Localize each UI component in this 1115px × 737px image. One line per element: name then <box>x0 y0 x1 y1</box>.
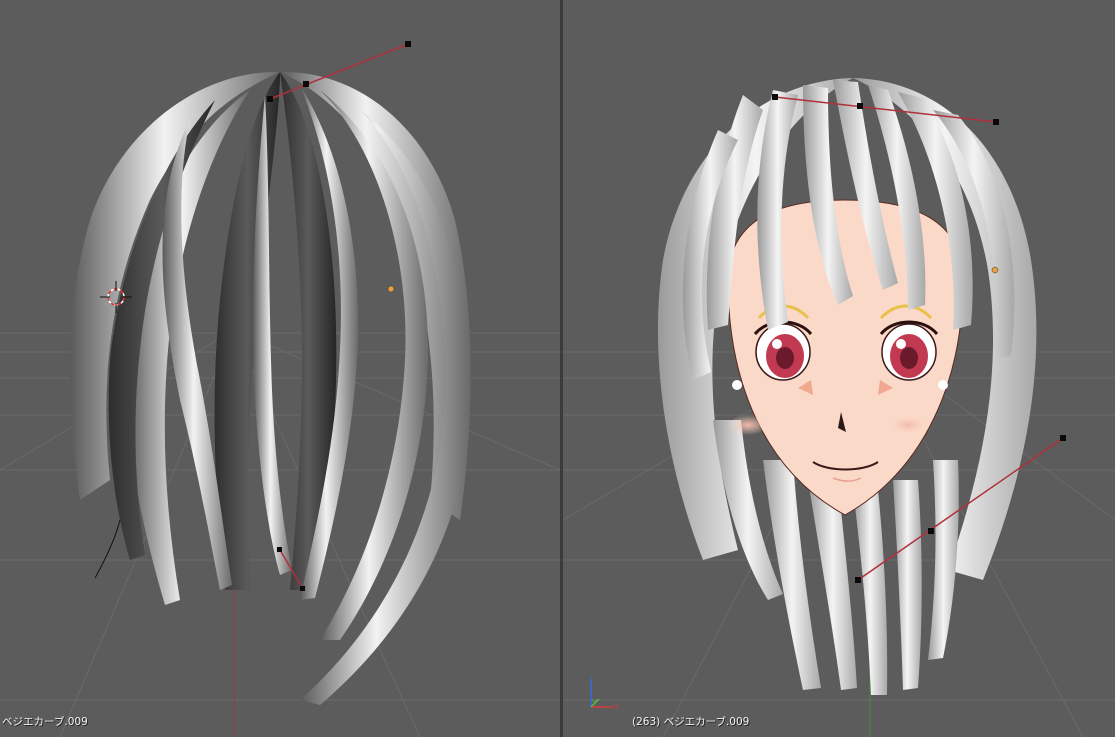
control-point[interactable] <box>277 547 282 552</box>
axis-y-label: y <box>592 697 597 706</box>
control-point[interactable] <box>1060 435 1066 441</box>
object-label-right: (263) ベジエカーブ.009 <box>632 716 750 728</box>
control-point[interactable] <box>405 41 411 47</box>
control-point[interactable] <box>993 119 999 125</box>
axis-x-label: x <box>614 702 619 711</box>
viewport-left-scene[interactable] <box>0 0 560 737</box>
control-point[interactable] <box>300 586 305 591</box>
control-point[interactable] <box>303 81 309 87</box>
3d-viewport-left[interactable]: ベジエカーブ.009 <box>0 0 560 737</box>
curve-stray-line <box>94 519 121 579</box>
control-point[interactable] <box>855 577 861 583</box>
axis-gizmo-icon: z y x <box>589 675 619 711</box>
viewport-right-scene[interactable] <box>563 0 1115 737</box>
control-point[interactable] <box>857 103 863 109</box>
object-label-left: ベジエカーブ.009 <box>2 716 88 728</box>
control-point[interactable] <box>772 94 778 100</box>
3d-viewport-right[interactable]: z y x (263) ベジエカーブ.009 <box>563 0 1115 737</box>
object-origin-icon[interactable] <box>387 285 395 293</box>
blender-editor: ベジエカーブ.009 z y x (263) ベジエカーブ.009 <box>0 0 1115 737</box>
axis-z-label: z <box>589 675 593 683</box>
control-point[interactable] <box>928 528 934 534</box>
control-point[interactable] <box>267 96 273 102</box>
object-origin-icon[interactable] <box>991 266 999 274</box>
hair-mesh-back[interactable] <box>70 71 471 705</box>
